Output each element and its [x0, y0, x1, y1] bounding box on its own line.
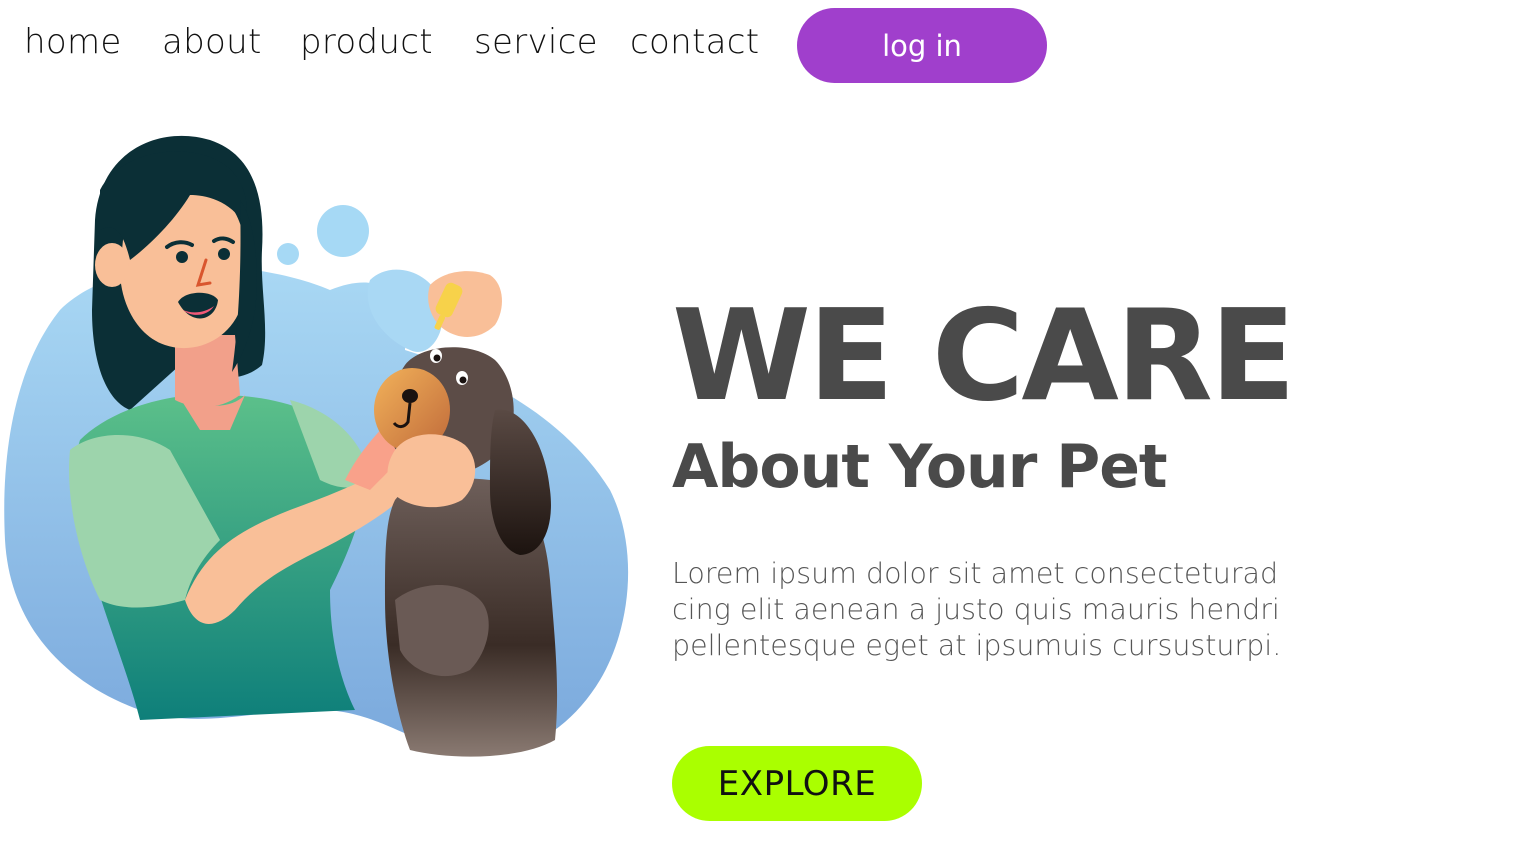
hero-description-line: cing elit aenean a justo quis mauris hen… — [672, 593, 1280, 626]
hero-description: Lorem ipsum dolor sit amet consecteturad… — [672, 556, 1352, 664]
nav-link-service[interactable]: service — [474, 22, 598, 62]
woman-giving-eye-drops-to-dog-illustration — [4, 135, 629, 757]
nav-link-home[interactable]: home — [24, 22, 122, 62]
nav-link-product[interactable]: product — [300, 22, 433, 62]
hero-subtitle: About Your Pet — [672, 432, 1168, 502]
nav-link-about[interactable]: about — [162, 22, 262, 62]
nav-link-contact[interactable]: contact — [630, 22, 759, 62]
hero-title: WE CARE — [672, 282, 1296, 429]
landing-page: home about product service contact log i… — [0, 0, 1539, 857]
top-navigation: home about product service contact log i… — [0, 0, 1539, 90]
explore-button[interactable]: EXPLORE — [672, 746, 922, 821]
hero-description-line: pellentesque eget at ipsumuis cursusturp… — [672, 629, 1282, 662]
login-button[interactable]: log in — [797, 8, 1047, 83]
pet-care-illustration — [0, 110, 650, 770]
hero-description-line: Lorem ipsum dolor sit amet consecteturad — [672, 557, 1279, 590]
bubble-small — [277, 243, 299, 265]
bubble-large — [317, 205, 369, 257]
